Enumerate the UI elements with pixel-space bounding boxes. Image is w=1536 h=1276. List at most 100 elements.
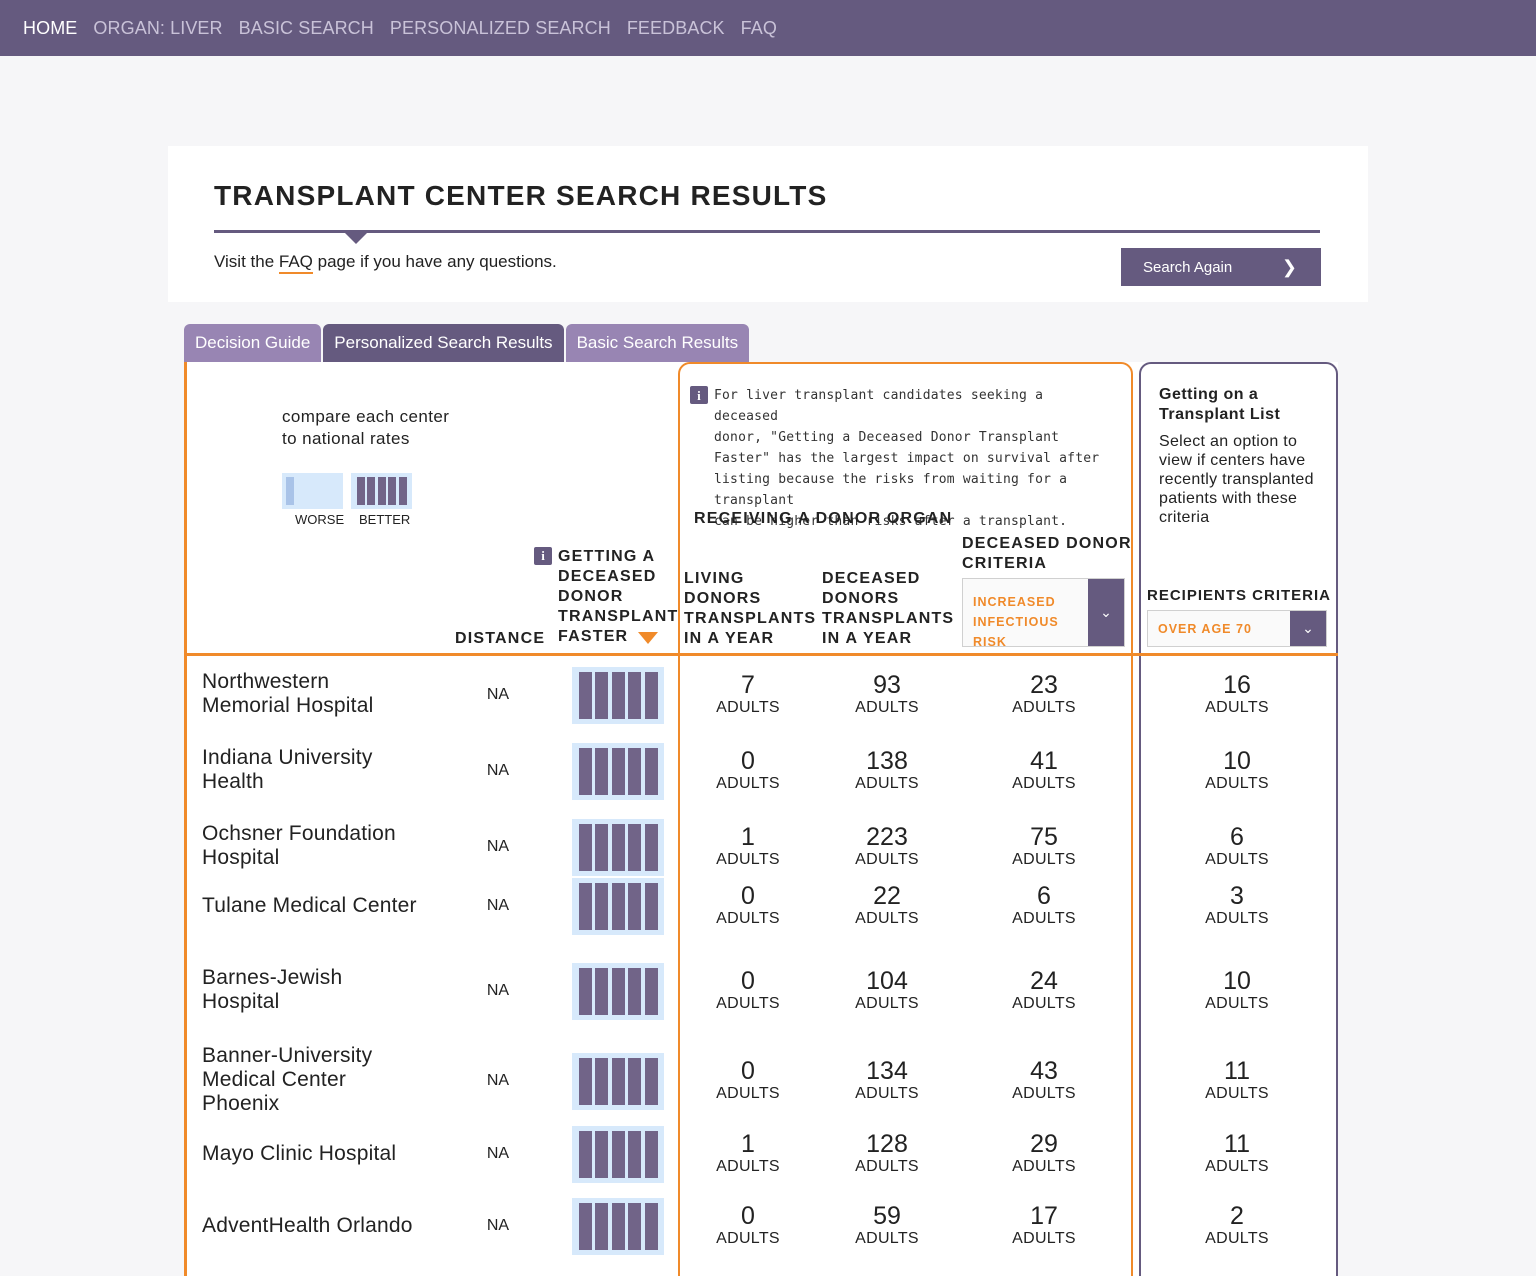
nav-feedback[interactable]: FEEDBACK <box>627 18 725 39</box>
results-tabs: Decision Guide Personalized Search Resul… <box>184 324 751 362</box>
rating-bar <box>578 824 592 871</box>
info-icon[interactable]: i <box>534 547 552 565</box>
rating-bar <box>595 1203 608 1250</box>
criteria-value-unit: ADULTS <box>1012 1085 1076 1102</box>
distance-value: NA <box>486 1145 510 1162</box>
search-again-button[interactable]: Search Again ❯ <box>1121 248 1321 286</box>
tab-decision-guide[interactable]: Decision Guide <box>184 324 322 362</box>
col-distance[interactable]: DISTANCE <box>455 629 545 649</box>
criteria-value-unit: ADULTS <box>1012 851 1076 868</box>
faster-rating <box>572 878 664 935</box>
info-icon[interactable]: i <box>690 386 708 404</box>
rating-bar <box>644 748 658 795</box>
recipients-value: 6 ADULTS <box>1177 823 1297 869</box>
nav-organ-liver[interactable]: ORGAN: LIVER <box>93 18 222 39</box>
living-donors-value-number: 0 <box>741 747 755 775</box>
nav-basic-search[interactable]: BASIC SEARCH <box>239 18 374 39</box>
rating-bar <box>628 1058 641 1105</box>
criteria-value-number: 6 <box>1037 882 1051 910</box>
recipients-value-number: 2 <box>1230 1202 1244 1230</box>
faster-rating <box>572 1126 664 1183</box>
living-donors-value: 0 ADULTS <box>688 882 808 928</box>
faq-hint: Visit the FAQ page if you have any quest… <box>214 252 557 274</box>
rating-bar <box>611 1203 625 1250</box>
distance-value: NA <box>486 1217 510 1234</box>
living-donors-value-number: 0 <box>741 1202 755 1230</box>
deceased-donors-value: 138 ADULTS <box>827 747 947 793</box>
compare-legend-text: compare each center to national rates <box>282 407 450 448</box>
col-faster-label: GETTING A DECEASED DONOR TRANSPLANT FAST… <box>558 548 679 645</box>
rating-bar <box>611 1058 625 1105</box>
living-donors-value-unit: ADULTS <box>716 851 780 868</box>
recipients-select[interactable]: OVER AGE 70 ⌄ <box>1147 610 1327 647</box>
legend-better-label: BETTER <box>359 512 411 527</box>
rating-bar <box>578 1058 592 1105</box>
recipients-value-unit: ADULTS <box>1205 1230 1269 1247</box>
rating-bar <box>595 1058 608 1105</box>
criteria-value-number: 75 <box>1030 823 1058 851</box>
results-header-card: TRANSPLANT CENTER SEARCH RESULTS Visit t… <box>168 146 1368 302</box>
living-donors-value-number: 1 <box>741 1130 755 1158</box>
nav-home[interactable]: HOME <box>23 18 77 39</box>
nav-personalized-search[interactable]: PERSONALIZED SEARCH <box>390 18 611 39</box>
deceased-donors-value: 22 ADULTS <box>827 882 947 928</box>
criteria-value-number: 43 <box>1030 1057 1058 1085</box>
center-name[interactable]: Banner-University Medical Center Phoenix <box>202 1044 392 1116</box>
sort-desc-icon[interactable] <box>638 632 658 644</box>
distance-value: NA <box>486 982 510 999</box>
tab-personalized-search-results[interactable]: Personalized Search Results <box>323 324 564 362</box>
recipients-value-unit: ADULTS <box>1205 851 1269 868</box>
tab-basic-search-results[interactable]: Basic Search Results <box>565 324 750 362</box>
legend-better-bar <box>356 477 365 505</box>
criteria-value-number: 23 <box>1030 671 1058 699</box>
recipients-value: 3 ADULTS <box>1177 882 1297 928</box>
rating-bar <box>611 1131 625 1178</box>
top-nav: HOME ORGAN: LIVER BASIC SEARCH PERSONALI… <box>0 0 1536 56</box>
chevron-down-icon[interactable]: ⌄ <box>1290 611 1326 646</box>
rating-bar <box>628 748 641 795</box>
recipients-value-number: 10 <box>1223 967 1251 995</box>
recipients-value-unit: ADULTS <box>1205 995 1269 1012</box>
rating-bar <box>595 883 608 930</box>
deceased-donors-value-unit: ADULTS <box>855 995 919 1012</box>
deceased-donors-value: 128 ADULTS <box>827 1130 947 1176</box>
center-name[interactable]: Tulane Medical Center <box>202 894 432 918</box>
faster-rating <box>572 743 664 800</box>
living-donors-value-unit: ADULTS <box>716 699 780 716</box>
col-faster[interactable]: GETTING A DECEASED DONOR TRANSPLANT FAST… <box>558 547 679 647</box>
note-line: For liver transplant candidates seeking … <box>714 388 1044 424</box>
criteria-value: 41 ADULTS <box>984 747 1104 793</box>
center-name[interactable]: Ochsner Foundation Hospital <box>202 822 417 870</box>
legend-better-bar <box>388 477 396 505</box>
criteria-value: 29 ADULTS <box>984 1130 1104 1176</box>
nav-faq[interactable]: FAQ <box>741 18 777 39</box>
deceased-donors-value-unit: ADULTS <box>855 775 919 792</box>
rating-bar <box>611 748 625 795</box>
page-title: TRANSPLANT CENTER SEARCH RESULTS <box>214 180 828 211</box>
rating-bar <box>578 748 592 795</box>
living-donors-value-number: 0 <box>741 882 755 910</box>
criteria-value-unit: ADULTS <box>1012 775 1076 792</box>
col-living-donors[interactable]: LIVING DONORS TRANSPLANTS IN A YEAR <box>684 569 815 649</box>
center-name[interactable]: Indiana University Health <box>202 746 387 794</box>
col-deceased-donors[interactable]: DECEASED DONORS TRANSPLANTS IN A YEAR <box>822 569 953 649</box>
deceased-donors-value-number: 128 <box>866 1130 908 1158</box>
rating-bar <box>611 824 625 871</box>
criteria-value-unit: ADULTS <box>1012 910 1076 927</box>
rating-bar <box>628 672 641 719</box>
criteria-select[interactable]: INCREASED INFECTIOUS RISK ⌄ <box>962 578 1125 649</box>
rating-bar <box>628 883 641 930</box>
deceased-donors-value: 59 ADULTS <box>827 1202 947 1248</box>
recipients-value-number: 3 <box>1230 882 1244 910</box>
rating-bar <box>644 1203 658 1250</box>
recipients-value: 11 ADULTS <box>1177 1130 1297 1176</box>
faq-link[interactable]: FAQ <box>278 252 313 274</box>
center-name[interactable]: Barnes-Jewish Hospital <box>202 966 387 1014</box>
faster-rating <box>572 1198 664 1255</box>
center-name[interactable]: Northwestern Memorial Hospital <box>202 670 387 718</box>
faster-rating <box>572 667 664 724</box>
chevron-down-icon[interactable]: ⌄ <box>1088 579 1124 646</box>
center-name[interactable]: Mayo Clinic Hospital <box>202 1142 432 1166</box>
faster-rating <box>572 963 664 1020</box>
center-name[interactable]: AdventHealth Orlando <box>202 1214 432 1238</box>
